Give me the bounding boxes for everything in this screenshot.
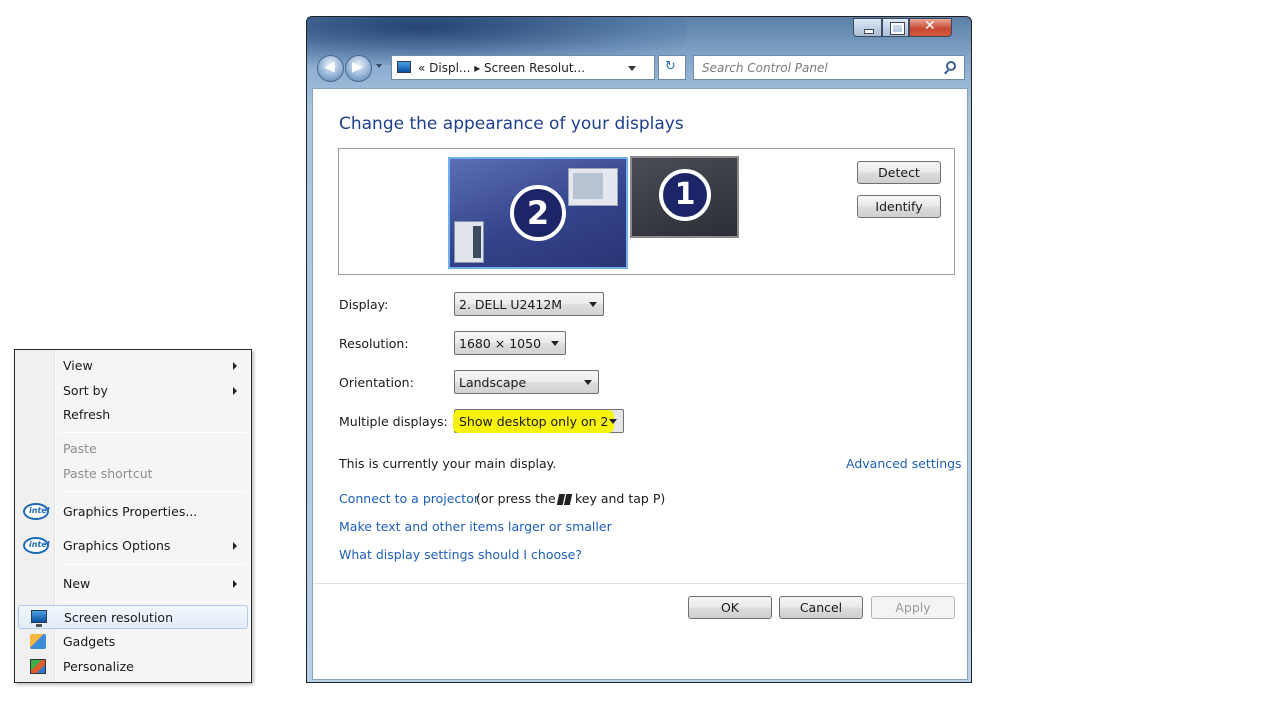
content-pane: Change the appearance of your displays 2…	[312, 88, 968, 680]
menu-separator	[60, 564, 247, 565]
menu-item-label: New	[63, 576, 91, 591]
menu-item-gadgets[interactable]: Gadgets	[18, 630, 248, 654]
chevron-down-icon	[551, 341, 559, 346]
recent-pages-dropdown-icon[interactable]	[376, 64, 382, 68]
menu-item-label: Paste shortcut	[63, 466, 153, 481]
menu-item-view[interactable]: View	[18, 354, 248, 378]
menu-item-sort-by[interactable]: Sort by	[18, 379, 248, 403]
menu-item-label: Gadgets	[63, 634, 116, 649]
monitor-1[interactable]: 1	[630, 156, 739, 238]
menu-separator	[60, 432, 247, 433]
multiple-displays-label: Multiple displays:	[339, 414, 448, 429]
menu-item-new[interactable]: New	[18, 572, 248, 596]
forward-button[interactable]: ▶	[345, 55, 372, 82]
chevron-down-icon	[609, 419, 617, 424]
desktop-context-menu: View Sort by Refresh Paste Paste shortcu…	[14, 349, 252, 683]
menu-separator	[60, 491, 247, 492]
submenu-arrow-icon	[233, 580, 237, 588]
resolution-value: 1680 × 1050	[459, 336, 542, 351]
orientation-select[interactable]: Landscape	[454, 370, 599, 394]
screen-resolution-icon	[31, 610, 47, 627]
chevron-down-icon	[589, 302, 597, 307]
close-icon: ✕	[924, 18, 936, 34]
orientation-label: Orientation:	[339, 375, 414, 390]
menu-item-paste-shortcut: Paste shortcut	[18, 462, 248, 486]
intel-icon: intel	[23, 537, 49, 554]
search-box[interactable]	[693, 55, 965, 80]
orientation-value: Landscape	[459, 375, 527, 390]
address-bar[interactable]: « Displ... ▸ Screen Resolut...	[391, 55, 655, 80]
monitor-preview: 2 1 Detect Identify	[338, 148, 955, 275]
menu-item-paste: Paste	[18, 437, 248, 461]
cancel-button[interactable]: Cancel	[779, 596, 863, 619]
display-settings-help-link[interactable]: What display settings should I choose?	[339, 547, 582, 562]
close-button[interactable]: ✕	[909, 18, 952, 37]
refresh-icon: ↻	[665, 59, 676, 74]
connect-projector-link[interactable]: Connect to a projector	[339, 491, 479, 506]
menu-item-graphics-options[interactable]: intel Graphics Options	[18, 534, 248, 558]
menu-item-refresh[interactable]: Refresh	[18, 403, 248, 427]
menu-item-screen-resolution[interactable]: Screen resolution	[18, 605, 248, 629]
monitor-window-thumbnail	[568, 168, 618, 206]
menu-item-label: Paste	[63, 441, 97, 456]
menu-item-label: View	[63, 358, 93, 373]
refresh-button[interactable]: ↻	[658, 55, 686, 80]
display-label: Display:	[339, 297, 389, 312]
monitor-2[interactable]: 2	[448, 157, 628, 269]
projector-hint-end: key and tap P)	[575, 491, 666, 506]
menu-item-label: Screen resolution	[64, 610, 174, 625]
detect-button[interactable]: Detect	[857, 161, 941, 184]
menu-separator	[60, 601, 247, 602]
submenu-arrow-icon	[233, 387, 237, 395]
display-value: 2. DELL U2412M	[459, 297, 563, 312]
menu-item-graphics-properties[interactable]: intel Graphics Properties...	[18, 500, 248, 524]
submenu-arrow-icon	[233, 542, 237, 550]
monitor-sidebar-thumbnail	[454, 221, 484, 263]
page-title: Change the appearance of your displays	[339, 114, 684, 134]
personalize-icon	[30, 659, 46, 674]
menu-item-personalize[interactable]: Personalize	[18, 655, 248, 679]
main-display-note: This is currently your main display.	[339, 456, 557, 471]
text-size-link[interactable]: Make text and other items larger or smal…	[339, 519, 612, 534]
menu-item-label: Graphics Properties...	[63, 504, 198, 519]
advanced-settings-link[interactable]: Advanced settings	[846, 456, 962, 471]
search-icon[interactable]	[946, 61, 956, 71]
search-input[interactable]	[694, 56, 934, 79]
ok-button[interactable]: OK	[688, 596, 772, 619]
menu-item-label: Sort by	[63, 383, 108, 398]
multiple-displays-select[interactable]: Show desktop only on 2	[454, 409, 624, 433]
footer-divider	[313, 583, 967, 584]
projector-hint-start: (or press the	[476, 491, 556, 506]
windows-key-icon	[556, 494, 573, 505]
breadcrumb[interactable]: « Displ... ▸ Screen Resolut...	[418, 61, 585, 75]
back-arrow-icon: ◀	[324, 59, 335, 75]
intel-icon: intel	[23, 503, 49, 520]
submenu-arrow-icon	[233, 362, 237, 370]
identify-button[interactable]: Identify	[857, 195, 941, 218]
address-dropdown-icon[interactable]	[628, 66, 636, 71]
chevron-down-icon	[584, 380, 592, 385]
minimize-button[interactable]	[853, 18, 882, 37]
monitor-number: 2	[510, 185, 566, 241]
menu-item-label: Refresh	[63, 407, 111, 422]
display-select[interactable]: 2. DELL U2412M	[454, 292, 604, 316]
multiple-displays-value: Show desktop only on 2	[456, 413, 612, 430]
display-icon	[397, 61, 411, 73]
resolution-select[interactable]: 1680 × 1050	[454, 331, 566, 355]
gadgets-icon	[30, 634, 46, 649]
menu-item-label: Personalize	[63, 659, 134, 674]
apply-button: Apply	[871, 596, 955, 619]
back-button[interactable]: ◀	[317, 55, 344, 82]
screen-resolution-window: ✕ ◀ ▶ « Displ... ▸ Screen Resolut... ↻ C…	[306, 16, 972, 683]
menu-item-label: Graphics Options	[63, 538, 171, 553]
resolution-label: Resolution:	[339, 336, 409, 351]
forward-arrow-icon: ▶	[352, 59, 363, 75]
intel-icon-text: intel	[29, 540, 50, 549]
intel-icon-text: intel	[29, 506, 50, 515]
monitor-number: 1	[659, 169, 711, 221]
maximize-button[interactable]	[882, 18, 909, 37]
